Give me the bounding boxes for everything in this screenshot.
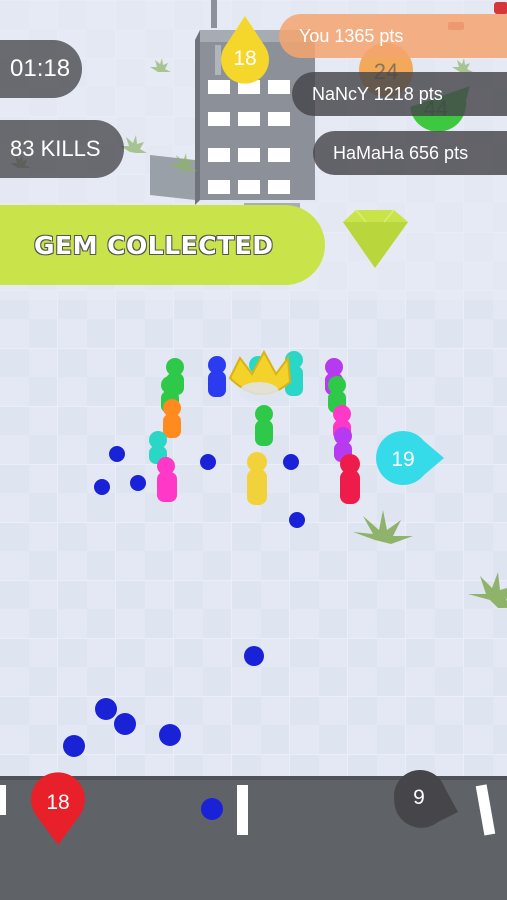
crowd-member <box>157 457 177 502</box>
marker-yellow-value: 18 <box>233 47 256 70</box>
kills-text: 83 KILLS <box>10 136 101 161</box>
leaderboard-label: HaMaHa 656 pts <box>333 142 469 163</box>
leaderboard-label: NaNcY 1218 pts <box>312 83 443 104</box>
blue-dot <box>94 479 110 495</box>
timer-pill: 01:18 <box>0 40 82 98</box>
blue-dot <box>283 454 299 470</box>
blue-dot <box>244 646 264 666</box>
marker-gray-value: 9 <box>413 786 425 809</box>
crowd-member <box>340 454 360 504</box>
car <box>494 2 507 14</box>
leaderboard-label: You 1365 pts <box>299 25 404 46</box>
crowd-member <box>247 452 267 505</box>
blue-dot <box>201 798 223 820</box>
blue-dot <box>130 475 146 491</box>
marker-cyan-value: 19 <box>391 448 414 471</box>
blue-dot <box>63 735 85 757</box>
crowd-member <box>208 356 226 397</box>
banner-text: GEM COLLECTED <box>34 231 274 260</box>
blue-dot <box>109 446 125 462</box>
crowd-member <box>163 399 181 438</box>
blue-dot <box>289 512 305 528</box>
crowd-member <box>255 405 273 446</box>
leaderboard-row-you: You 1365 pts <box>279 14 507 58</box>
marker-red-value: 18 <box>46 791 69 814</box>
kills-pill: 83 KILLS <box>0 120 124 178</box>
leaderboard-row-nancy: NaNcY 1218 pts <box>292 72 507 116</box>
blue-dot <box>95 698 117 720</box>
blue-dot <box>159 724 181 746</box>
leaderboard-row-hamaha: HaMaHa 656 pts <box>313 131 507 175</box>
timer-text: 01:18 <box>10 55 71 82</box>
gem-collected-banner: GEM COLLECTED <box>0 205 325 285</box>
blue-dot <box>200 454 216 470</box>
blue-dot <box>114 713 136 735</box>
